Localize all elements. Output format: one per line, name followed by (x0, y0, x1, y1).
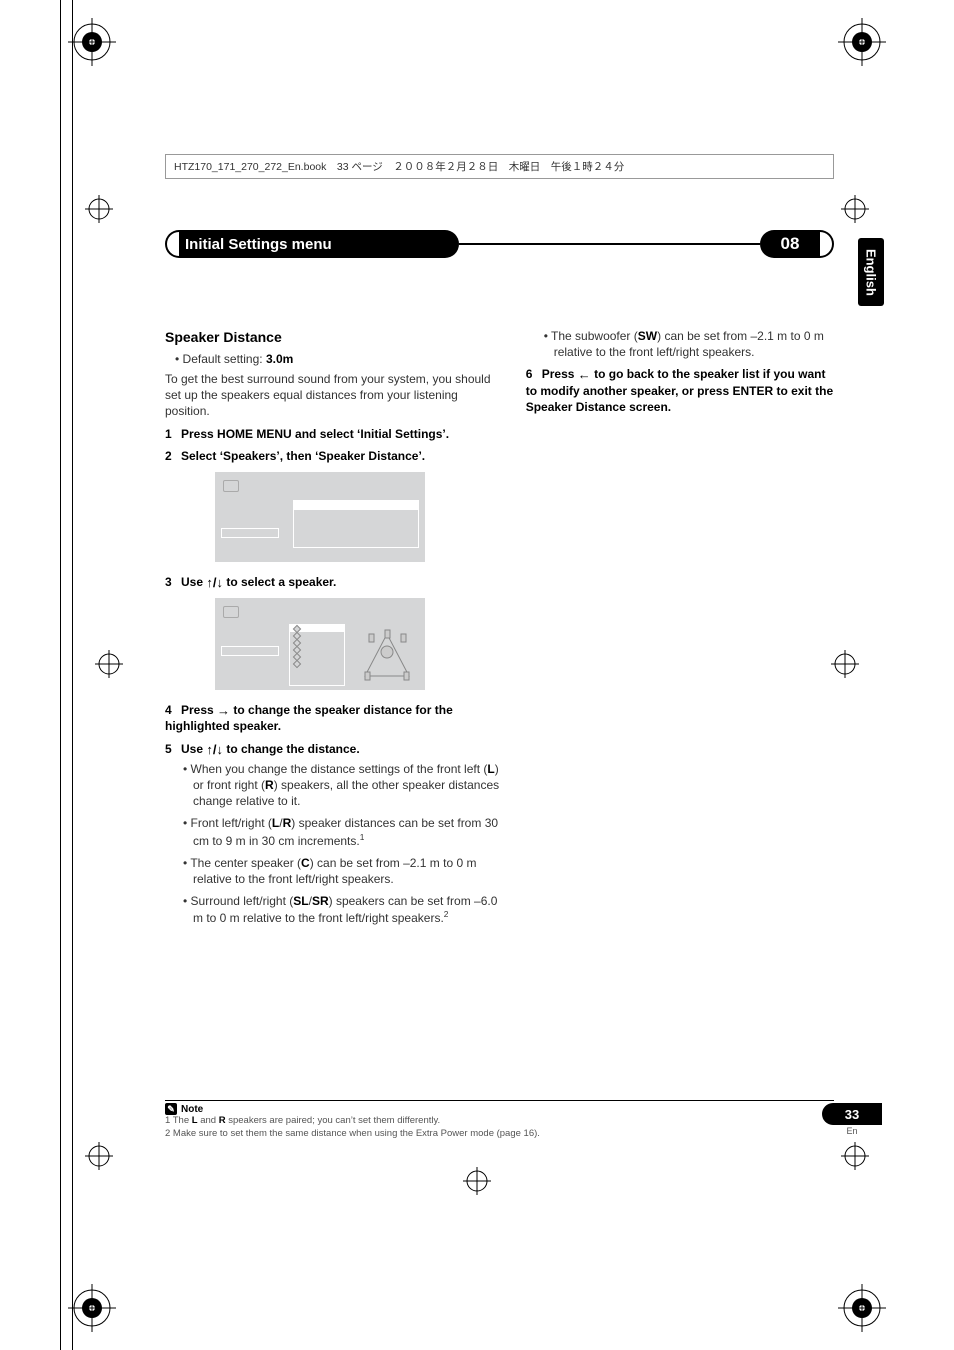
crop-mark-icon (68, 18, 116, 66)
column-right: The subwoofer (SW) can be set from –2.1 … (526, 328, 834, 932)
right-arrow-icon: → (217, 704, 230, 717)
language-tab: English (858, 238, 884, 306)
sub-bullet: Front left/right (L/R) speaker distances… (165, 815, 506, 848)
footnote-1: 1 The L and R speakers are paired; you c… (165, 1115, 834, 1127)
footnote-section: ✎ Note 1 The L and R speakers are paired… (165, 1100, 834, 1140)
print-header-strip: HTZ170_171_270_272_En.book 33 ページ ２００８年２… (165, 154, 834, 179)
sub-bullet: The subwoofer (SW) can be set from –2.1 … (526, 328, 834, 360)
step-3: 3Use ↑/↓ to select a speaker. (165, 574, 506, 590)
footnote-2: 2 Make sure to set them the same distanc… (165, 1128, 834, 1140)
page-number: 33 En (822, 1103, 882, 1136)
step-6: 6Press ← to go back to the speaker list … (526, 366, 834, 415)
registration-mark-icon (85, 195, 113, 223)
chapter-rule (459, 243, 760, 245)
chapter-title: Initial Settings menu (179, 230, 459, 258)
registration-mark-icon (95, 650, 123, 678)
step-5: 5Use ↑/↓ to change the distance. (165, 741, 506, 757)
chapter-bar: Initial Settings menu 08 (165, 230, 834, 258)
menu-screenshot-2 (215, 598, 425, 690)
sub-bullet: When you change the distance settings of… (165, 761, 506, 810)
print-guide-line (72, 0, 73, 1350)
step-1: 1Press HOME MENU and select ‘Initial Set… (165, 426, 506, 442)
chapter-cap-right (820, 230, 834, 258)
page-content: Initial Settings menu 08 English Speaker… (165, 230, 834, 1140)
up-down-arrow-icon: ↑/↓ (206, 743, 223, 756)
registration-mark-icon (463, 1167, 491, 1195)
column-left: Speaker Distance Default setting: 3.0m T… (165, 328, 506, 932)
sub-bullet: Surround left/right (SL/SR) speakers can… (165, 893, 506, 926)
registration-mark-icon (831, 650, 859, 678)
left-arrow-icon: ← (578, 368, 591, 381)
section-heading: Speaker Distance (165, 328, 506, 347)
intro-paragraph: To get the best surround sound from your… (165, 371, 506, 420)
registration-mark-icon (85, 1142, 113, 1170)
chapter-number: 08 (760, 230, 820, 258)
crop-mark-icon (838, 18, 886, 66)
registration-mark-icon (841, 195, 869, 223)
registration-mark-icon (841, 1142, 869, 1170)
menu-screenshot-1 (215, 472, 425, 562)
step-2: 2Select ‘Speakers’, then ‘Speaker Distan… (165, 448, 506, 464)
note-heading: ✎ Note (165, 1103, 834, 1115)
step-4: 4Press → to change the speaker distance … (165, 702, 506, 734)
crop-mark-icon (68, 1284, 116, 1332)
print-guide-line (60, 0, 61, 1350)
note-icon: ✎ (165, 1103, 177, 1115)
speaker-layout-icon (359, 628, 415, 684)
up-down-arrow-icon: ↑/↓ (206, 576, 223, 589)
default-setting: Default setting: 3.0m (165, 351, 506, 367)
chapter-cap-left (165, 230, 179, 258)
sub-bullet: The center speaker (C) can be set from –… (165, 855, 506, 887)
crop-mark-icon (838, 1284, 886, 1332)
